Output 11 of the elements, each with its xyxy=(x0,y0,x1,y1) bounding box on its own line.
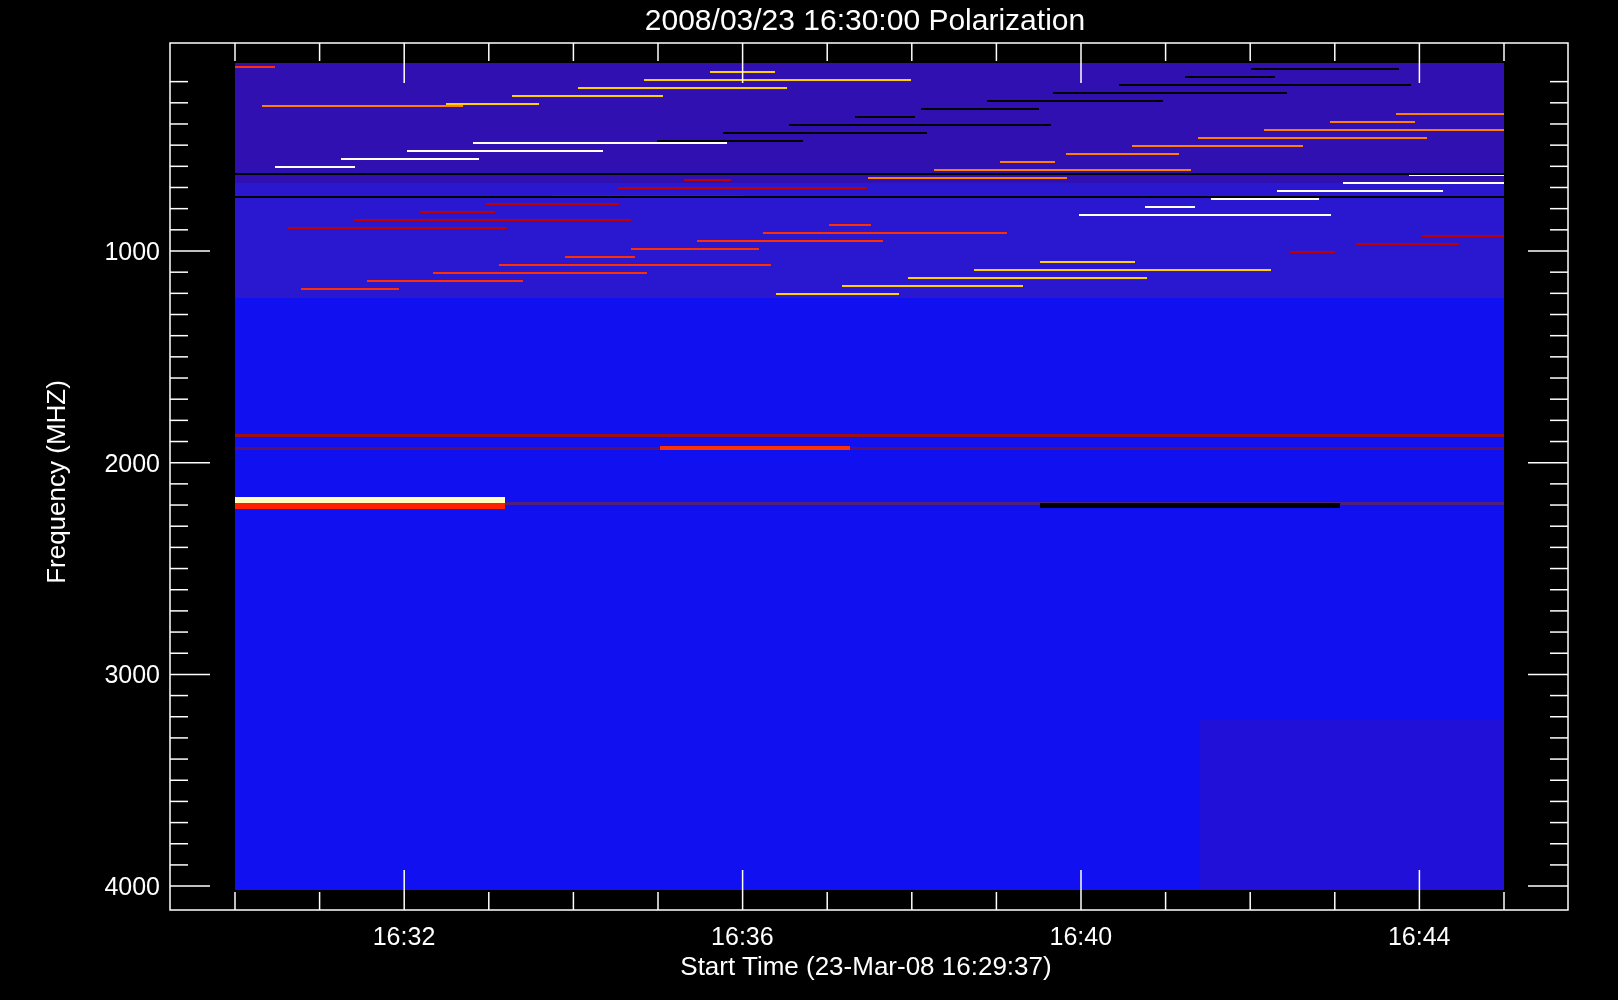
plot-title: 2008/03/23 16:30:00 Polarization xyxy=(644,3,1086,36)
y-axis-label: Frequency (MHZ) xyxy=(41,380,71,584)
y-tick-label: 1000 xyxy=(104,237,160,265)
y-tick-label: 3000 xyxy=(104,660,160,689)
x-tick-label: 16:36 xyxy=(711,922,774,950)
x-tick-label: 16:32 xyxy=(372,922,436,950)
x-axis-label: Start Time (23-Mar-08 16:29:37) xyxy=(680,951,1052,981)
y-tick-label: 4000 xyxy=(104,872,160,901)
x-tick-label: 16:40 xyxy=(1049,922,1113,950)
x-tick-label: 16:44 xyxy=(1387,922,1451,950)
y-tick-label: 2000 xyxy=(104,448,160,477)
